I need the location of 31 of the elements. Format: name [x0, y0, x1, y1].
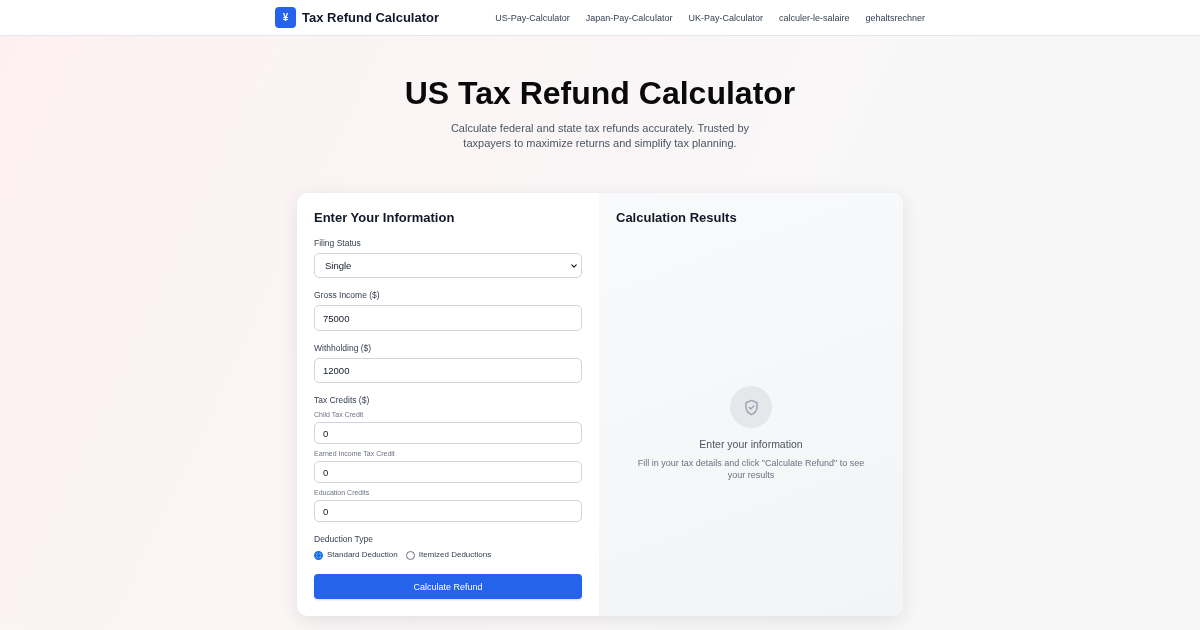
empty-state-text: Fill in your tax details and click "Calculate Refund" to see your results: [636, 457, 866, 481]
radio-label[interactable]: Standard Deduction: [327, 549, 398, 561]
page-subtitle: Calculate federal and state tax refunds accurately. Trusted by taxpayers to maximize returns and simplify tax planning.: [449, 121, 751, 151]
nav-link[interactable]: calculer-le-salaire: [778, 12, 850, 23]
input-field[interactable]: 0: [314, 461, 582, 483]
input-field[interactable]: 75000: [314, 305, 582, 331]
page-title: US Tax Refund Calculator: [404, 74, 796, 112]
field-label: Filing Status: [314, 238, 361, 249]
select-field[interactable]: Single: [314, 253, 582, 278]
radio-button[interactable]: [314, 550, 323, 560]
site-title[interactable]: Tax Refund Calculator: [302, 10, 439, 25]
nav-link[interactable]: Japan-Pay-Calculator: [585, 12, 673, 23]
radio-button[interactable]: [405, 550, 415, 560]
empty-state-title: Enter your information: [699, 438, 803, 451]
group-label: Deduction Type: [314, 534, 373, 545]
input-field[interactable]: 0: [314, 422, 582, 444]
nav-link[interactable]: US-Pay-Calculator: [495, 12, 570, 23]
input-field[interactable]: 0: [314, 500, 582, 522]
results-title: Calculation Results: [616, 210, 738, 226]
form-title: Enter Your Information: [314, 210, 455, 226]
input-field[interactable]: 12000: [314, 358, 582, 383]
radio-label[interactable]: Itemized Deductions: [418, 549, 492, 561]
group-label: Tax Credits ($): [314, 395, 370, 406]
calculate-button[interactable]: Calculate Refund: [314, 574, 582, 599]
chevron-down-icon: [571, 263, 577, 268]
field-label: Withholding ($): [314, 343, 372, 354]
nav-link[interactable]: UK-Pay-Calculator: [688, 12, 763, 23]
field-label: Gross Income ($): [314, 290, 380, 301]
nav-link[interactable]: gehaltsrechner: [865, 12, 925, 23]
shield-check-icon: [730, 386, 772, 428]
logo-mark[interactable]: ¥: [275, 7, 296, 28]
